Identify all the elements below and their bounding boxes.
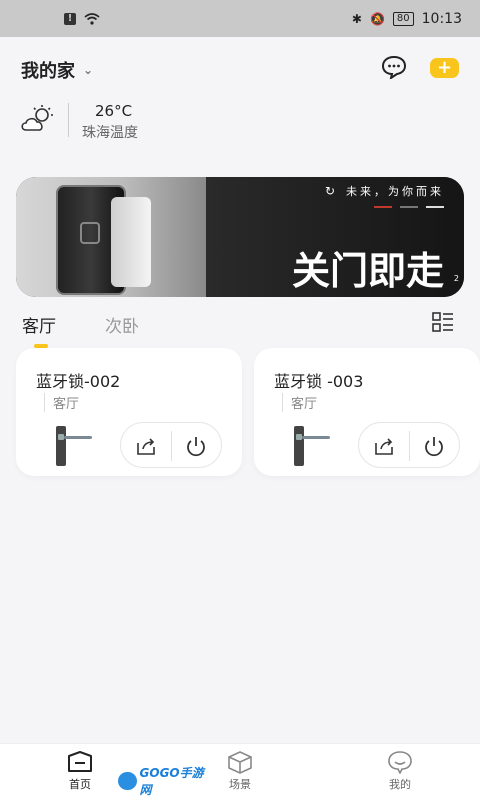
bottom-nav: 首页 场景 我的 [0, 743, 480, 800]
cube-icon [228, 751, 252, 774]
home-selector[interactable]: 我的家 ⌄ [21, 57, 93, 83]
home-name: 我的家 [21, 61, 75, 82]
door-lock-icon [56, 426, 92, 466]
wifi-icon [84, 12, 100, 25]
mute-bell-icon: 🔕 [369, 11, 385, 26]
partly-cloudy-icon [21, 105, 53, 131]
nav-scene[interactable]: 场景 [210, 750, 270, 792]
weather-divider [68, 103, 69, 137]
lock-handle-image [111, 197, 151, 287]
banner-dot [374, 206, 392, 208]
temperature-label: 珠海温度 [82, 125, 138, 141]
door-lock-icon [294, 426, 330, 466]
banner-slogan-text: 未来，为你而来 [346, 185, 444, 198]
promo-banner[interactable]: ↻ 未来，为你而来 关门即走 2 [16, 177, 464, 297]
device-room: 客厅 [282, 393, 317, 412]
share-icon[interactable] [135, 435, 157, 457]
profile-icon [388, 751, 412, 774]
nav-mine-label: 我的 [389, 778, 411, 791]
banner-product-image [16, 177, 206, 297]
tab-second-bedroom[interactable]: 次卧 [105, 312, 139, 337]
banner-dot [426, 206, 444, 208]
refresh-icon: ↻ [324, 184, 338, 198]
device-name: 蓝牙锁-002 [36, 372, 121, 391]
watermark: GOGO手游网 [118, 766, 210, 797]
watermark-logo [118, 772, 137, 790]
home-icon [68, 751, 92, 772]
actions-divider [409, 431, 410, 461]
banner-dot [400, 206, 418, 208]
nav-mine[interactable]: 我的 [370, 750, 430, 792]
nav-home-label: 首页 [69, 778, 91, 791]
banner-indicator [374, 206, 444, 208]
power-icon[interactable] [185, 435, 207, 457]
device-card[interactable]: 蓝牙锁-002 客厅 [16, 348, 242, 476]
device-actions [120, 422, 222, 468]
watermark-text: GOGO手游网 [139, 766, 204, 797]
banner-title: 关门即走 [291, 249, 444, 293]
status-bar: ! ✱ 🔕 80 10:13 [0, 0, 480, 37]
weather-widget: 26°C 珠海温度 [20, 100, 320, 141]
tab-living-room[interactable]: 客厅 [22, 312, 56, 337]
device-actions [358, 422, 460, 468]
banner-slogan: ↻ 未来，为你而来 [325, 183, 444, 199]
clock: 10:13 [421, 10, 462, 27]
header: 我的家 ⌄ + [0, 37, 480, 97]
alert-icon: ! [64, 12, 76, 25]
room-tabs: 客厅 次卧 [0, 310, 480, 350]
share-icon[interactable] [373, 435, 395, 457]
fingerprint-sensor [80, 222, 100, 244]
device-room: 客厅 [44, 393, 79, 412]
banner-page-number: 2 [453, 274, 459, 283]
temperature: 26°C [95, 102, 133, 120]
grid-view-icon[interactable] [432, 312, 454, 332]
chevron-down-icon: ⌄ [83, 63, 94, 77]
nav-home[interactable]: 首页 [50, 750, 110, 792]
actions-divider [171, 431, 172, 461]
battery-indicator: 80 [392, 11, 414, 26]
device-card[interactable]: 蓝牙锁 -003 客厅 [254, 348, 480, 476]
nav-scene-label: 场景 [229, 778, 251, 791]
bluetooth-icon: ✱ [351, 11, 362, 26]
add-button[interactable]: + [430, 58, 459, 78]
message-icon[interactable] [381, 55, 407, 79]
device-name: 蓝牙锁 -003 [274, 372, 364, 391]
power-icon[interactable] [423, 435, 445, 457]
